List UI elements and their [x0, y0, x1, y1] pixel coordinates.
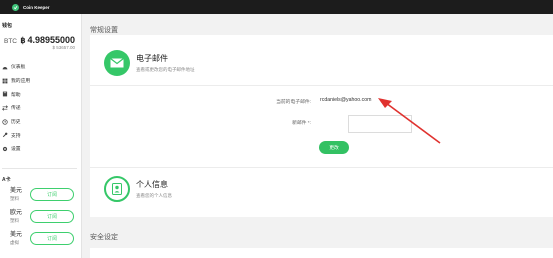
apps-icon [2, 78, 8, 84]
gear-icon [2, 146, 8, 152]
section-divider [90, 85, 553, 86]
sidebar-item-dashboard[interactable]: 仪表板 [2, 60, 78, 74]
notification-row-eur-plastic: 欧元 塑料 订阅 [10, 208, 78, 228]
notification-currency: 欧元 [10, 210, 23, 216]
logo-icon [12, 3, 19, 11]
btc-balance: ฿ 4.98955000 [20, 35, 75, 45]
sidebar-item-help[interactable]: 帮助 [2, 87, 78, 101]
sidebar-item-label: 帮助 [11, 92, 21, 98]
change-email-button[interactable]: 更改 [319, 141, 349, 154]
sidebar-item-label: 支持 [11, 133, 21, 139]
transfer-icon [2, 105, 8, 111]
sidebar-item-label: 历史 [11, 120, 21, 126]
sidebar-item-history[interactable]: 历史 [2, 115, 78, 129]
sidebar-nav: 仪表板 我的应用 帮助 传递 历史 支持 设置 [2, 60, 78, 156]
sidebar-item-label: 设置 [11, 147, 21, 153]
btc-amount: 4.98955000 [27, 35, 75, 45]
notification-type: 虚拟 [10, 240, 19, 245]
sidebar-item-label: 传递 [11, 106, 21, 112]
email-section-header: 电子邮件 查看或更改您的电子邮件地址 [104, 50, 195, 76]
section-title-security: 安全设定 [90, 234, 118, 241]
current-email-value: rcdaniels@yahoo.com [320, 97, 372, 103]
notification-currency: 美元 [10, 188, 23, 194]
btc-usd-value: $ 53657.00 [52, 45, 75, 50]
id-card-icon [104, 176, 130, 202]
subscribe-button[interactable]: 订阅 [30, 188, 74, 201]
personal-info-title: 个人信息 [136, 180, 168, 189]
sidebar-item-transfer[interactable]: 传递 [2, 101, 78, 115]
sidebar-item-settings[interactable]: 设置 [2, 142, 78, 156]
notification-type: 塑料 [10, 218, 19, 223]
security-card [90, 248, 553, 258]
top-bar: Coin Keeper [0, 0, 553, 14]
notification-row-usd-plastic: 美元 塑料 订阅 [10, 186, 78, 206]
current-email-label: 当前的电子邮件: [276, 100, 311, 105]
personal-info-subtitle: 查看您的个人信息 [136, 193, 172, 198]
notification-row-usd-virtual: 美元 虚拟 订阅 [10, 230, 78, 250]
notifications-title: A卡 [2, 177, 11, 183]
personal-info-header[interactable]: 个人信息 查看您的个人信息 [104, 176, 172, 202]
sidebar-item-label: 我的应用 [11, 79, 31, 85]
dashboard-icon [2, 64, 8, 70]
btc-label: BTC [4, 38, 17, 45]
sidebar-item-support[interactable]: 支持 [2, 128, 78, 142]
wallet-title: 钱包 [2, 23, 13, 29]
section-title-general: 常规设置 [90, 27, 118, 34]
envelope-icon [104, 50, 130, 76]
annotation-arrow-icon [378, 98, 441, 144]
app-title: Coin Keeper [23, 4, 50, 10]
new-email-label: 新邮件 *: [292, 121, 311, 126]
subscribe-button[interactable]: 订阅 [30, 232, 74, 245]
notification-type: 塑料 [10, 196, 19, 201]
sidebar-item-apps[interactable]: 我的应用 [2, 74, 78, 88]
btc-symbol: ฿ [20, 36, 26, 45]
sidebar: 钱包 BTC ฿ 4.98955000 $ 53657.00 仪表板 我的应用 帮… [0, 14, 82, 258]
book-icon [2, 91, 8, 97]
email-subtitle: 查看或更改您的电子邮件地址 [136, 67, 195, 72]
sidebar-divider [2, 168, 77, 169]
subscribe-button[interactable]: 订阅 [30, 210, 74, 223]
history-icon [2, 118, 8, 125]
email-title: 电子邮件 [136, 54, 168, 63]
sidebar-item-label: 仪表板 [11, 65, 26, 71]
settings-card: 电子邮件 查看或更改您的电子邮件地址 当前的电子邮件: rcdaniels@ya… [90, 35, 553, 217]
section-divider [90, 167, 553, 168]
notification-currency: 美元 [10, 232, 23, 238]
wrench-icon [2, 132, 8, 138]
